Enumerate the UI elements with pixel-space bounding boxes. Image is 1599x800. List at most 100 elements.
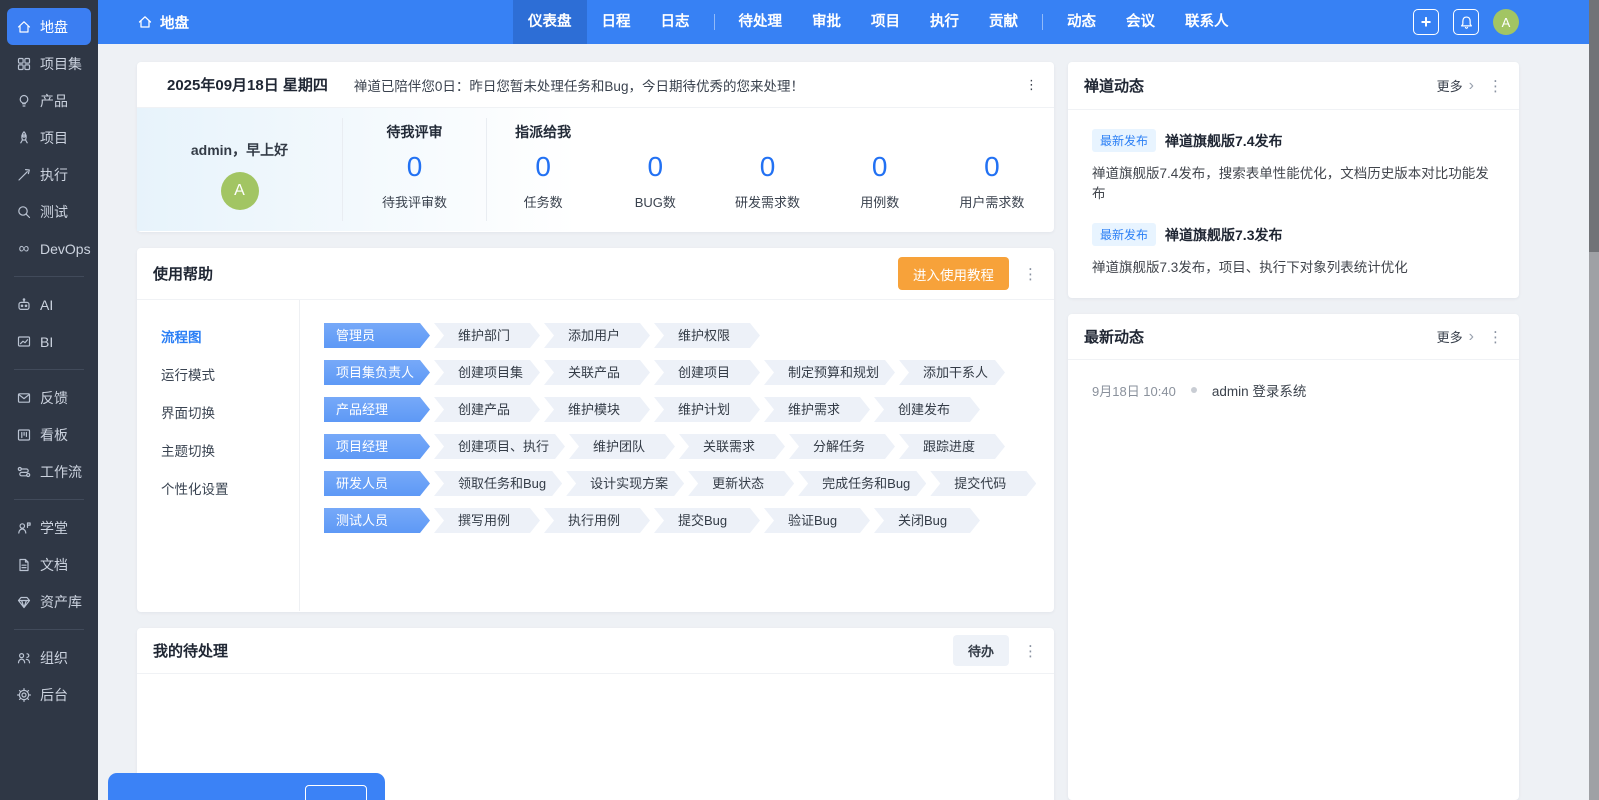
- kebab-menu-icon[interactable]: ⋮: [1025, 77, 1038, 93]
- stat-value[interactable]: 0: [599, 148, 711, 186]
- flow-role: 研发人员: [324, 471, 430, 496]
- sidebar-item-org[interactable]: 组织: [7, 639, 91, 676]
- help-tab-personalize[interactable]: 个性化设置: [161, 478, 299, 498]
- flow-step[interactable]: 设计实现方案: [566, 471, 684, 496]
- kebab-menu-icon[interactable]: ⋮: [1023, 265, 1038, 283]
- flow-step[interactable]: 维护模块: [544, 397, 650, 422]
- flow-step[interactable]: 更新状态: [688, 471, 794, 496]
- sidebar-item-label: 文档: [40, 555, 68, 575]
- tab-project[interactable]: 项目: [856, 0, 915, 44]
- popup-button[interactable]: [305, 785, 367, 800]
- sidebar-item-feedback[interactable]: 反馈: [7, 379, 91, 416]
- flow-step[interactable]: 验证Bug: [764, 508, 870, 533]
- sidebar-item-bi[interactable]: BI: [7, 323, 91, 360]
- tab-divider: [1042, 14, 1043, 30]
- sidebar-item-product[interactable]: 产品: [7, 82, 91, 119]
- tab-dashboard[interactable]: 仪表盘: [513, 0, 587, 44]
- flow-step[interactable]: 执行用例: [544, 508, 650, 533]
- flow-step[interactable]: 维护需求: [764, 397, 870, 422]
- avatar[interactable]: A: [221, 172, 259, 210]
- sidebar-item-kanban[interactable]: 看板: [7, 416, 91, 453]
- topbar-location[interactable]: 地盘: [137, 0, 189, 44]
- flow-step[interactable]: 提交代码: [930, 471, 1036, 496]
- flow-step[interactable]: 分解任务: [789, 434, 895, 459]
- flow-role: 测试人员: [324, 508, 430, 533]
- stat-task: 指派给我 0 任务数: [487, 108, 599, 231]
- scrollbar-thumb[interactable]: [1589, 0, 1599, 252]
- sidebar-item-label: 组织: [40, 648, 68, 668]
- flow-step[interactable]: 关闭Bug: [874, 508, 980, 533]
- stat-value[interactable]: 0: [824, 148, 936, 186]
- sidebar-item-label: BI: [40, 334, 53, 350]
- flow-step[interactable]: 添加用户: [544, 323, 650, 348]
- tab-calendar[interactable]: 日程: [587, 0, 646, 44]
- sidebar-item-program[interactable]: 项目集: [7, 45, 91, 82]
- sidebar-item-ai[interactable]: AI: [7, 286, 91, 323]
- flow-step[interactable]: 关联需求: [679, 434, 785, 459]
- help-tab-flowchart[interactable]: 流程图: [161, 326, 299, 346]
- tab-contribution[interactable]: 贡献: [974, 0, 1033, 44]
- tutorial-button[interactable]: 进入使用教程: [898, 257, 1009, 290]
- flow-step[interactable]: 撰写用例: [434, 508, 540, 533]
- create-button[interactable]: +: [1413, 9, 1439, 35]
- tab-todo[interactable]: 待处理: [724, 0, 798, 44]
- news-more-link[interactable]: 更多 ›: [1437, 76, 1474, 95]
- flow-step[interactable]: 维护团队: [569, 434, 675, 459]
- news-item-title[interactable]: 禅道旗舰版7.3发布: [1165, 225, 1282, 245]
- flow-step[interactable]: 创建项目: [654, 360, 760, 385]
- flow-step[interactable]: 维护权限: [654, 323, 760, 348]
- bottom-popup[interactable]: [108, 773, 385, 800]
- help-tab-ui[interactable]: 界面切换: [161, 402, 299, 422]
- flow-step[interactable]: 领取任务和Bug: [434, 471, 562, 496]
- sidebar-item-project[interactable]: 项目: [7, 119, 91, 156]
- tab-execution[interactable]: 执行: [915, 0, 974, 44]
- notification-button[interactable]: [1453, 9, 1479, 35]
- tab-meeting[interactable]: 会议: [1111, 0, 1170, 44]
- flow-step[interactable]: 维护计划: [654, 397, 760, 422]
- flow-step[interactable]: 维护部门: [434, 323, 540, 348]
- sidebar-item-execution[interactable]: 执行: [7, 156, 91, 193]
- user-avatar[interactable]: A: [1493, 9, 1519, 35]
- sidebar-item-label: 测试: [40, 202, 68, 222]
- flow-step[interactable]: 添加干系人: [899, 360, 1005, 385]
- sidebar-item-label: AI: [40, 297, 53, 313]
- stat-value[interactable]: 0: [711, 148, 823, 186]
- flow-step[interactable]: 创建产品: [434, 397, 540, 422]
- help-tab-mode[interactable]: 运行模式: [161, 364, 299, 384]
- test-icon: [15, 203, 33, 221]
- sidebar-item-admin[interactable]: 后台: [7, 676, 91, 713]
- sidebar-item-workflow[interactable]: 工作流: [7, 453, 91, 490]
- help-tab-theme[interactable]: 主题切换: [161, 440, 299, 460]
- stat-value[interactable]: 0: [343, 148, 486, 186]
- flow-step[interactable]: 提交Bug: [654, 508, 760, 533]
- sidebar-divider: [14, 276, 84, 277]
- flow-step[interactable]: 跟踪进度: [899, 434, 1005, 459]
- news-item-title[interactable]: 禅道旗舰版7.4发布: [1165, 131, 1282, 151]
- tab-effort[interactable]: 日志: [646, 0, 705, 44]
- kebab-menu-icon[interactable]: ⋮: [1488, 328, 1503, 346]
- kebab-menu-icon[interactable]: ⋮: [1023, 642, 1038, 660]
- activity-more-link[interactable]: 更多 ›: [1437, 327, 1474, 346]
- tab-contacts[interactable]: 联系人: [1170, 0, 1244, 44]
- sidebar-item-test[interactable]: 测试: [7, 193, 91, 230]
- sidebar-item-label: 看板: [40, 425, 68, 445]
- stat-value[interactable]: 0: [487, 148, 599, 186]
- flow-step[interactable]: 创建项目集: [434, 360, 540, 385]
- flow-row-project-manager: 项目经理 创建项目、执行 维护团队 关联需求 分解任务 跟踪进度: [324, 434, 1054, 459]
- flow-step[interactable]: 关联产品: [544, 360, 650, 385]
- sidebar-item-school[interactable]: 学堂: [7, 509, 91, 546]
- flow-step[interactable]: 创建项目、执行: [434, 434, 565, 459]
- sidebar-item-devops[interactable]: ∞ DevOps: [7, 230, 91, 267]
- sidebar-item-doc[interactable]: 文档: [7, 546, 91, 583]
- tab-dynamic[interactable]: 动态: [1052, 0, 1111, 44]
- flow-step[interactable]: 创建发布: [874, 397, 980, 422]
- flow-step[interactable]: 制定预算和规划: [764, 360, 895, 385]
- todo-filter-badge[interactable]: 待办: [953, 635, 1009, 666]
- sidebar-item-assets[interactable]: 资产库: [7, 583, 91, 620]
- sidebar-item-dashboard[interactable]: 地盘: [7, 8, 91, 45]
- kebab-menu-icon[interactable]: ⋮: [1488, 77, 1503, 95]
- activity-header: 最新动态 更多 › ⋮: [1068, 314, 1519, 360]
- tab-approval[interactable]: 审批: [797, 0, 856, 44]
- stat-value[interactable]: 0: [936, 148, 1048, 186]
- flow-step[interactable]: 完成任务和Bug: [798, 471, 926, 496]
